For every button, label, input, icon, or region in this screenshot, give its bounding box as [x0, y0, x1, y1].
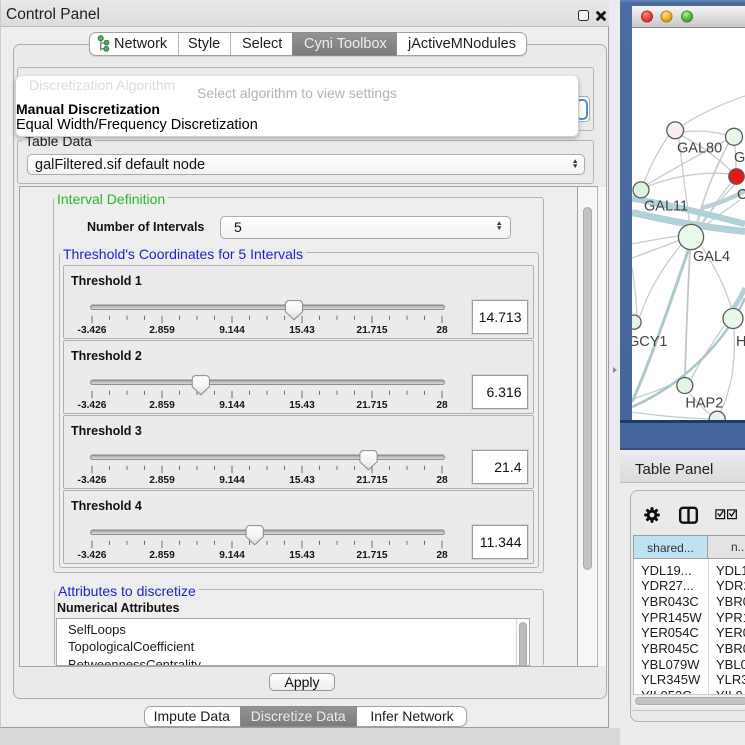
svg-text:C: C	[737, 187, 745, 203]
svg-text:GAL4: GAL4	[693, 249, 730, 265]
svg-text:HAP2: HAP2	[685, 395, 723, 411]
svg-text:GCY1: GCY1	[632, 334, 668, 350]
svg-text:GAL80: GAL80	[677, 140, 722, 156]
svg-text:GAL11: GAL11	[644, 198, 688, 214]
svg-text:GA: GA	[734, 150, 745, 166]
svg-text:H: H	[736, 334, 745, 350]
